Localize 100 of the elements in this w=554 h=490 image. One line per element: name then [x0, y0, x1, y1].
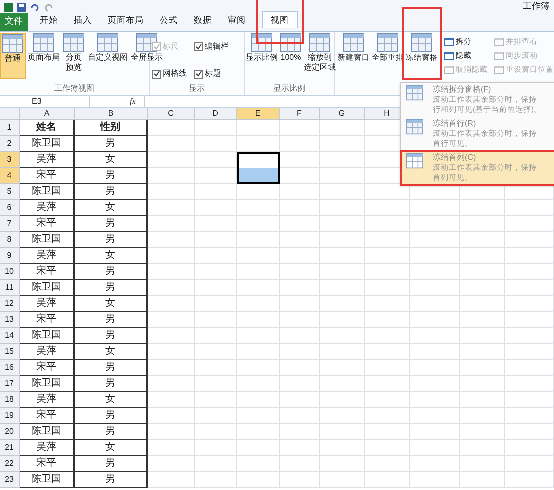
grid-cell[interactable]	[280, 392, 320, 408]
grid-cell[interactable]	[505, 344, 554, 360]
grid-cell[interactable]	[365, 280, 410, 296]
ribbon-tab[interactable]: 插入	[66, 12, 100, 29]
grid-cell[interactable]	[460, 360, 505, 376]
grid-cell[interactable]	[460, 232, 505, 248]
grid-cell[interactable]	[505, 392, 554, 408]
row-header[interactable]: 6	[0, 200, 20, 216]
grid-cell[interactable]	[195, 264, 237, 280]
grid-cell[interactable]	[237, 120, 280, 136]
row-header[interactable]: 13	[0, 312, 20, 328]
grid-cell[interactable]	[280, 120, 320, 136]
grid-cell[interactable]	[320, 296, 365, 312]
zoom-button[interactable]: 显示比例	[246, 33, 278, 63]
grid-cell[interactable]	[320, 184, 365, 200]
grid-cell[interactable]	[148, 408, 195, 424]
grid-cell[interactable]	[365, 472, 410, 488]
grid-cell[interactable]	[410, 440, 460, 456]
grid-cell[interactable]	[320, 152, 365, 168]
grid-cell[interactable]	[410, 392, 460, 408]
grid-cell[interactable]	[320, 232, 365, 248]
checkbox[interactable]	[194, 70, 203, 79]
grid-cell[interactable]	[365, 344, 410, 360]
grid-cell[interactable]	[460, 328, 505, 344]
grid-cell[interactable]	[410, 248, 460, 264]
grid-cell[interactable]	[320, 440, 365, 456]
row-header[interactable]: 7	[0, 216, 20, 232]
grid-cell[interactable]	[195, 136, 237, 152]
grid-cell[interactable]	[280, 424, 320, 440]
grid-cell[interactable]	[148, 328, 195, 344]
column-header[interactable]: F	[280, 108, 320, 119]
grid-cell[interactable]	[460, 248, 505, 264]
grid-cell[interactable]	[410, 200, 460, 216]
grid-cell[interactable]	[195, 424, 237, 440]
grid-cell[interactable]	[148, 472, 195, 488]
fx-label[interactable]: fx	[130, 96, 136, 108]
grid-cell[interactable]	[195, 296, 237, 312]
grid-cell[interactable]	[505, 440, 554, 456]
grid-cell[interactable]	[320, 168, 365, 184]
row-header[interactable]: 21	[0, 440, 20, 456]
row-header[interactable]: 15	[0, 344, 20, 360]
grid-cell[interactable]	[320, 424, 365, 440]
grid-cell[interactable]	[460, 200, 505, 216]
row-header[interactable]: 14	[0, 328, 20, 344]
grid-cell[interactable]	[460, 472, 505, 488]
grid-cell[interactable]	[237, 328, 280, 344]
grid-cell[interactable]	[505, 216, 554, 232]
redo-icon[interactable]	[44, 2, 54, 12]
ribbon-tab[interactable]: 数据	[186, 12, 220, 29]
grid-cell[interactable]	[195, 440, 237, 456]
grid-cell[interactable]	[320, 472, 365, 488]
checkbox[interactable]	[152, 70, 161, 79]
row-header[interactable]: 22	[0, 456, 20, 472]
grid-cell[interactable]	[365, 440, 410, 456]
grid-cell[interactable]	[280, 200, 320, 216]
grid-cell[interactable]	[320, 328, 365, 344]
grid-cell[interactable]	[460, 440, 505, 456]
save-icon[interactable]	[17, 2, 26, 12]
grid-cell[interactable]	[280, 456, 320, 472]
grid-cell[interactable]	[365, 392, 410, 408]
grid-cell[interactable]	[148, 264, 195, 280]
grid-cell[interactable]	[237, 376, 280, 392]
grid-cell[interactable]	[505, 328, 554, 344]
grid-cell[interactable]	[280, 376, 320, 392]
grid-cell[interactable]	[195, 184, 237, 200]
column-header[interactable]: G	[320, 108, 365, 119]
grid-cell[interactable]	[320, 200, 365, 216]
grid-cell[interactable]	[410, 376, 460, 392]
grid-cell[interactable]	[320, 280, 365, 296]
grid-cell[interactable]	[148, 184, 195, 200]
grid-cell[interactable]	[237, 344, 280, 360]
grid-cell[interactable]	[237, 424, 280, 440]
grid-cell[interactable]	[365, 312, 410, 328]
grid-cell[interactable]	[195, 312, 237, 328]
grid-cell[interactable]	[280, 312, 320, 328]
grid-cell[interactable]	[410, 424, 460, 440]
name-box[interactable]: E3	[0, 96, 90, 107]
grid-cell[interactable]	[410, 296, 460, 312]
grid-cell[interactable]	[320, 312, 365, 328]
grid-cell[interactable]	[148, 296, 195, 312]
zoom-button[interactable]: 100%	[280, 33, 302, 63]
row-header[interactable]: 2	[0, 136, 20, 152]
grid-cell[interactable]	[280, 152, 320, 168]
column-header[interactable]: B	[75, 108, 148, 119]
grid-cell[interactable]	[410, 408, 460, 424]
grid-cell[interactable]	[148, 168, 195, 184]
row-header[interactable]: 5	[0, 184, 20, 200]
grid-cell[interactable]	[460, 216, 505, 232]
grid-cell[interactable]	[365, 216, 410, 232]
grid-cell[interactable]	[365, 360, 410, 376]
grid-cell[interactable]	[280, 216, 320, 232]
grid-cell[interactable]	[505, 200, 554, 216]
row-header[interactable]: 17	[0, 376, 20, 392]
grid-cell[interactable]	[280, 264, 320, 280]
grid-cell[interactable]	[237, 216, 280, 232]
grid-cell[interactable]	[460, 408, 505, 424]
grid-cell[interactable]	[505, 424, 554, 440]
grid-cell[interactable]	[280, 328, 320, 344]
row-header[interactable]: 9	[0, 248, 20, 264]
grid-cell[interactable]	[148, 392, 195, 408]
